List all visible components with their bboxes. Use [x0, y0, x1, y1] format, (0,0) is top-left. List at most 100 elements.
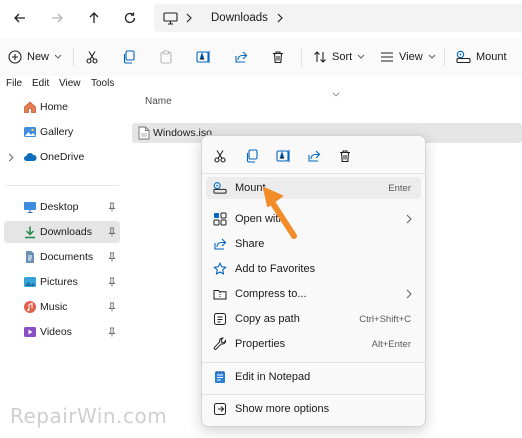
context-divider: [202, 362, 425, 363]
context-item-copy-as-path[interactable]: Copy as path Ctrl+Shift+C: [206, 308, 421, 330]
delete-button[interactable]: [271, 44, 285, 70]
sidebar-item-pictures[interactable]: Pictures: [4, 271, 120, 293]
context-item-share[interactable]: Share: [206, 233, 421, 255]
context-share-button[interactable]: [303, 146, 325, 166]
sidebar-item-desktop[interactable]: Desktop: [4, 196, 120, 218]
more-options-icon: [214, 403, 226, 415]
menu-view[interactable]: View: [59, 78, 81, 89]
pin-icon: [108, 202, 116, 212]
chevron-right-icon: [185, 13, 193, 23]
mount-label: Mount: [476, 51, 507, 63]
share-icon: [214, 238, 227, 250]
chevron-down-icon: [54, 54, 62, 59]
navigation-pane: Home Gallery OneDrive Desktop Downloads …: [0, 92, 122, 438]
sidebar-item-downloads[interactable]: Downloads: [4, 221, 120, 243]
share-button[interactable]: [234, 44, 248, 70]
back-button[interactable]: [8, 6, 32, 30]
file-icon: [138, 126, 150, 140]
menu-tools[interactable]: Tools: [91, 78, 114, 89]
watermark: RepairWin.com: [10, 404, 168, 428]
rename-icon: [196, 51, 210, 63]
context-item-label: Compress to...: [235, 288, 307, 300]
sort-icon: [314, 51, 326, 63]
copy-button[interactable]: [122, 44, 136, 70]
refresh-icon: [124, 12, 136, 24]
paste-button[interactable]: [159, 44, 173, 70]
chevron-right-icon: [406, 214, 412, 224]
chevron-right-icon: [406, 289, 412, 299]
toolbar-divider: [301, 48, 302, 66]
context-item-label: Copy as path: [235, 313, 300, 325]
new-button[interactable]: New: [8, 44, 62, 70]
copy-path-icon: [214, 313, 226, 325]
address-box[interactable]: Downloads: [154, 4, 522, 32]
sidebar-item-gallery[interactable]: Gallery: [4, 121, 120, 143]
sort-button[interactable]: Sort: [313, 44, 365, 70]
context-item-edit-in-notepad[interactable]: Edit in Notepad: [206, 366, 421, 388]
context-item-show-more-options[interactable]: Show more options: [206, 398, 421, 420]
command-bar: New Sort View Mount: [0, 38, 522, 77]
context-item-mount[interactable]: Mount Enter: [206, 177, 421, 199]
forward-button[interactable]: [45, 6, 69, 30]
open-with-icon: [213, 212, 227, 226]
scissors-icon: [214, 150, 226, 163]
sidebar-item-documents[interactable]: Documents: [4, 246, 120, 268]
sidebar-label: Videos: [40, 326, 72, 338]
mount-button[interactable]: Mount: [456, 44, 507, 70]
sort-label: Sort: [332, 51, 353, 63]
picture-icon: [24, 277, 36, 287]
chevron-down-icon: [357, 54, 365, 59]
context-cut-button[interactable]: [209, 146, 231, 166]
breadcrumb-downloads[interactable]: Downloads: [211, 12, 268, 24]
star-icon: [213, 262, 227, 275]
chevron-right-icon[interactable]: [8, 153, 14, 162]
chevron-down-icon: [428, 54, 436, 59]
cut-button[interactable]: [85, 44, 99, 70]
clipboard-icon: [160, 50, 172, 64]
sidebar-label: Downloads: [40, 226, 92, 238]
context-item-properties[interactable]: Properties Alt+Enter: [206, 333, 421, 355]
sidebar-item-videos[interactable]: Videos: [4, 321, 120, 343]
pin-icon: [108, 277, 116, 287]
context-item-shortcut: Enter: [388, 183, 411, 194]
sidebar-label: Home: [40, 101, 69, 113]
cloud-icon: [24, 153, 37, 161]
toolbar-divider: [73, 48, 74, 66]
sidebar-item-home[interactable]: Home: [4, 96, 120, 118]
arrow-right-icon: [52, 13, 63, 23]
sidebar-item-music[interactable]: Music: [4, 296, 120, 318]
column-header-name[interactable]: Name: [145, 96, 172, 107]
sidebar-label: OneDrive: [40, 151, 85, 163]
up-button[interactable]: [82, 6, 106, 30]
share-icon: [308, 150, 321, 162]
context-rename-button[interactable]: [272, 146, 294, 166]
rename-button[interactable]: [196, 44, 211, 70]
view-button[interactable]: View: [380, 44, 436, 70]
context-item-shortcut: Ctrl+Shift+C: [359, 314, 411, 325]
video-icon: [24, 327, 36, 337]
gallery-icon: [24, 127, 36, 137]
menu-file[interactable]: File: [6, 78, 22, 89]
arrow-left-icon: [14, 13, 25, 23]
notepad-icon: [215, 371, 225, 383]
share-icon: [235, 51, 248, 63]
refresh-button[interactable]: [118, 6, 142, 30]
context-item-add-to-favorites[interactable]: Add to Favorites: [206, 258, 421, 280]
chevron-right-icon[interactable]: [276, 13, 284, 23]
rename-icon: [275, 150, 290, 162]
context-item-compress[interactable]: Compress to...: [206, 283, 421, 305]
menu-bar: File Edit View Tools: [0, 76, 522, 92]
sidebar-label: Music: [40, 301, 68, 313]
sidebar-item-onedrive[interactable]: OneDrive: [4, 146, 120, 168]
sidebar-label: Gallery: [40, 126, 74, 138]
context-delete-button[interactable]: [334, 146, 356, 166]
pin-icon: [108, 327, 116, 337]
context-menu: Mount Enter Open with Share Add to Favor…: [201, 135, 426, 427]
nav-divider: [6, 185, 118, 186]
context-item-open-with[interactable]: Open with: [206, 208, 421, 230]
toolbar-divider: [444, 48, 445, 66]
context-item-label: Edit in Notepad: [235, 371, 311, 383]
menu-edit[interactable]: Edit: [32, 78, 49, 89]
wrench-icon: [213, 337, 227, 350]
context-copy-button[interactable]: [241, 146, 263, 166]
